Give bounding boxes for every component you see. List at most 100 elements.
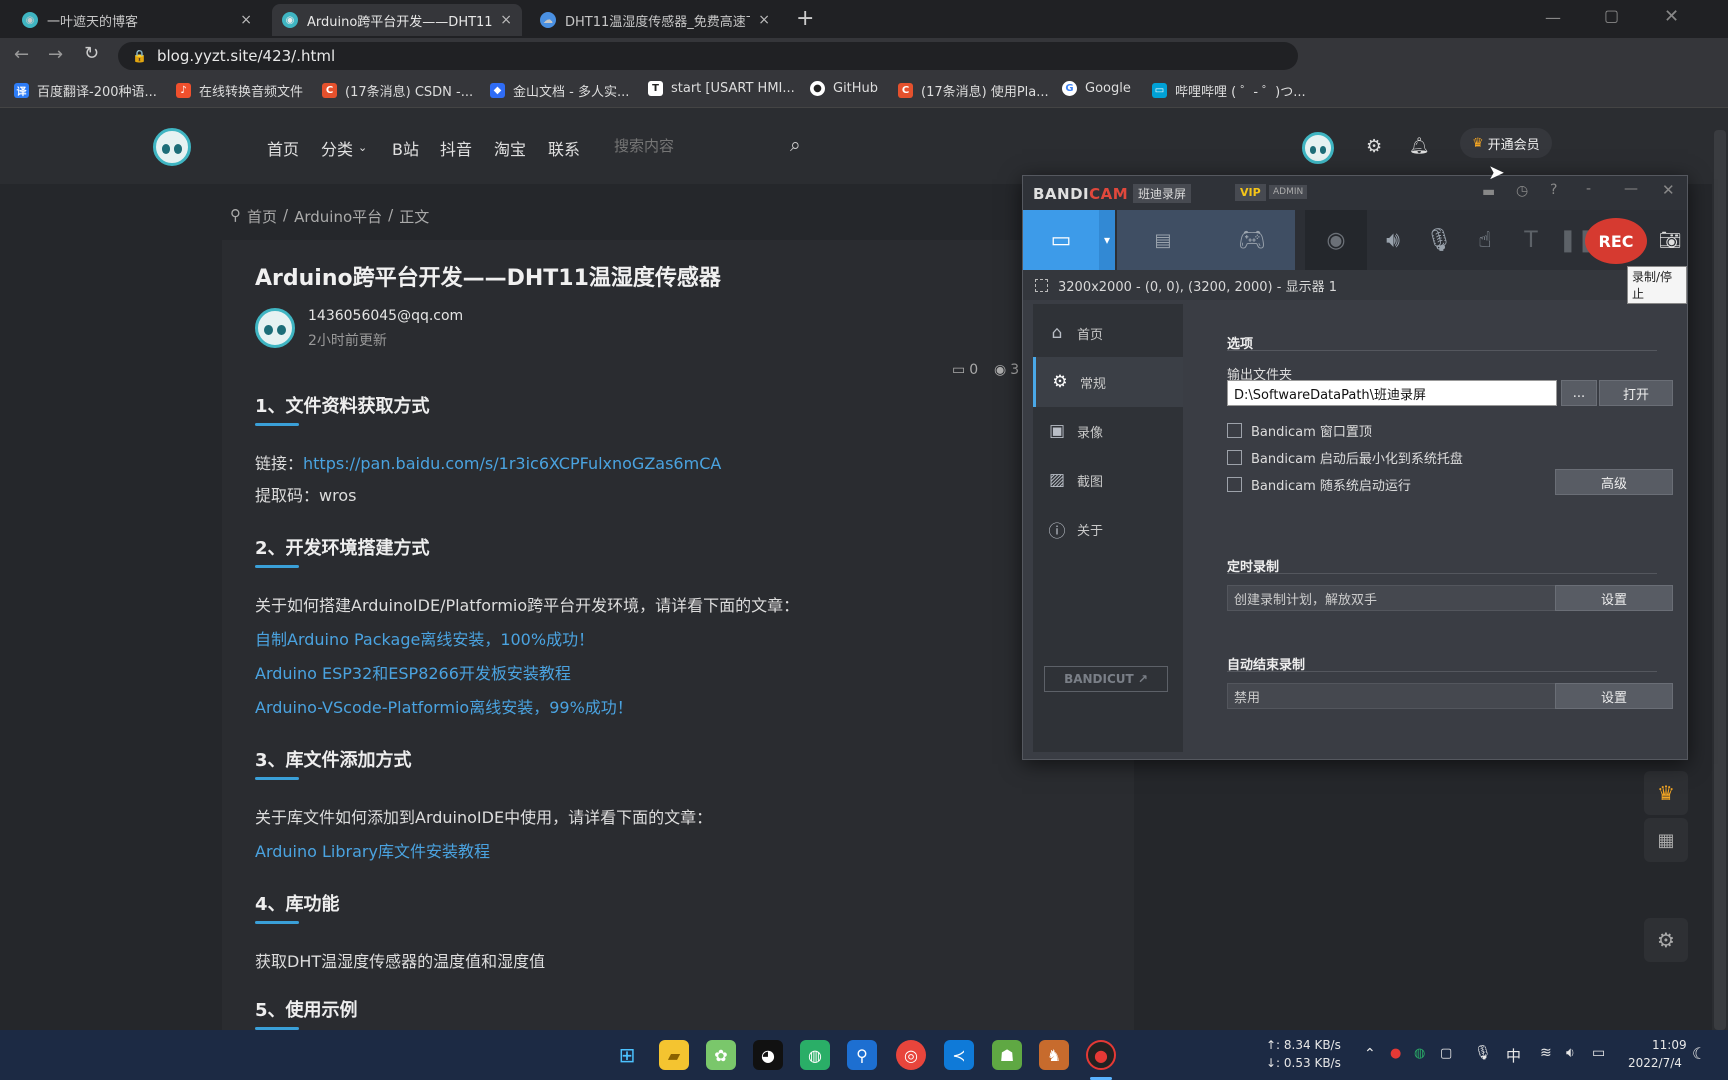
text-overlay-button[interactable]: T [1511,210,1551,270]
checkbox-box[interactable] [1227,450,1242,465]
folder-icon[interactable]: ▬ [1482,184,1495,200]
bookmark-item[interactable]: G Google [1062,81,1131,96]
webcam-button[interactable]: ◉ [1305,210,1367,270]
forward-icon[interactable]: → [48,44,63,65]
run-on-startup-checkbox[interactable]: Bandicam 随系统启动运行 [1227,475,1411,494]
battery-icon[interactable]: ▭ [1592,1045,1605,1061]
qrcode-icon[interactable]: ▦ [1644,818,1688,862]
nav-taobao[interactable]: 淘宝 [494,136,526,160]
tray-wechat-icon[interactable]: ◍ [1414,1046,1425,1061]
minimize-icon[interactable]: — [1624,181,1638,197]
screenshot-button[interactable]: 📷︎ [1653,210,1687,270]
advanced-button[interactable]: 高级 [1555,469,1673,495]
sidebar-item-general[interactable]: ⚙ 常规 [1033,357,1183,407]
output-folder-field[interactable]: D:\SoftwareDataPath\班迪录屏 [1227,380,1557,406]
screen-mode-dropdown[interactable]: ▾ [1099,210,1115,270]
sidebar-item-home[interactable]: ⌂ 首页 [1033,308,1183,358]
lib-link[interactable]: Arduino Library库文件安装教程 [255,838,490,862]
url-field[interactable]: 🔒 blog.yyzt.site/423/.html [118,42,1298,70]
squirrel-app-icon[interactable]: ♞ [1039,1040,1069,1070]
author-avatar[interactable] [255,308,295,348]
vip-button[interactable]: ♛ 开通会员 [1460,128,1552,158]
maximize-icon[interactable]: ▢ [1604,6,1619,25]
file-explorer-icon[interactable]: ▰ [659,1040,689,1070]
breadcrumb-home[interactable]: 首页 [247,206,277,227]
search-input[interactable] [614,130,814,162]
scrollbar-thumb[interactable] [1714,130,1726,1030]
clock-icon[interactable]: ◷ [1516,183,1528,199]
comment-count[interactable]: ▭ 0 [952,362,978,378]
store-app-icon[interactable]: ✿ [706,1040,736,1070]
tab-article[interactable]: ◉ Arduino跨平台开发——DHT11 × [272,4,522,36]
vip-crown-icon[interactable]: ♛ [1644,771,1688,815]
sidebar-item-video[interactable]: ▣ 录像 [1033,406,1183,456]
baidu-pan-link[interactable]: https://pan.baidu.com/s/1r3ic6XCPFulxnoG… [303,454,721,473]
bookmark-item[interactable]: C (17条消息) CSDN -... [322,81,473,100]
tray-expand-icon[interactable]: ⌃ [1364,1046,1376,1062]
open-folder-button[interactable]: 打开 [1599,380,1673,406]
qq-icon[interactable]: ◕ [753,1040,783,1070]
site-logo[interactable] [153,128,191,166]
rec-button[interactable]: REC [1585,218,1647,264]
tray-search-icon[interactable]: ▢ [1440,1046,1452,1061]
env-link-esp[interactable]: Arduino ESP32和ESP8266开发板安装教程 [255,660,571,684]
bandicam-taskbar-icon[interactable]: ● [1086,1040,1116,1070]
sidebar-item-about[interactable]: ⓘ 关于 [1033,504,1183,554]
checkbox-box[interactable] [1227,477,1242,492]
reload-icon[interactable]: ↻ [84,43,99,64]
browse-button[interactable]: ... [1561,380,1597,406]
tray-mic-icon[interactable]: 🎙︎ [1474,1045,1492,1061]
search-app-icon[interactable]: ⚲ [847,1040,877,1070]
checkbox-box[interactable] [1227,423,1242,438]
bell-icon[interactable]: 🔔︎ [1409,136,1429,155]
close-icon[interactable]: ✕ [1662,181,1675,199]
vscode-icon[interactable]: ≺ [944,1040,974,1070]
search-icon[interactable]: ⌕ [790,134,801,156]
settings-gear-icon[interactable]: ⚙ [1644,918,1688,962]
breadcrumb-category[interactable]: Arduino平台 [294,206,382,227]
game-mode-button[interactable]: 🎮︎ [1209,210,1295,270]
cursor-effect-button[interactable]: ☝︎ [1465,210,1505,270]
bookmark-item[interactable]: ● GitHub [810,81,878,96]
close-window-icon[interactable]: ✕ [1664,6,1679,27]
chrome-icon[interactable]: ◎ [896,1040,926,1070]
bookmark-item[interactable]: ▭ 哔哩哔哩 ( ゜- ゜)つ... [1152,81,1306,100]
wechat-icon[interactable]: ◍ [800,1040,830,1070]
settings-gear-icon[interactable]: ⚙ [1366,136,1382,157]
new-tab-button[interactable]: + [796,6,814,31]
speaker-button[interactable]: 🔊︎ [1373,210,1413,270]
avatar[interactable] [1302,132,1334,164]
tab-download[interactable]: ☁ DHT11温湿度传感器_免费高速下 × [530,4,780,36]
minimize-icon[interactable]: — [1545,8,1561,27]
volume-icon[interactable]: 🔉︎ [1566,1045,1575,1061]
nav-category[interactable]: 分类 [321,136,353,160]
mic-button[interactable]: 🎙︎ [1419,210,1459,270]
env-link-platformio[interactable]: Arduino-VScode-Platformio离线安装，99%成功！ [255,694,633,718]
ime-indicator[interactable]: 中 [1506,1045,1521,1066]
tray-app-icon[interactable]: ● [1390,1046,1401,1061]
bookmark-item[interactable]: ◆ 金山文档 - 多人实... [490,81,629,100]
wifi-icon[interactable]: ≋ [1540,1045,1552,1061]
author-name[interactable]: 1436056045@qq.com [308,308,463,324]
bookmark-item[interactable]: Tstart [USART HMI... [648,81,795,96]
env-link-package[interactable]: 自制Arduino Package离线安装，100%成功！ [255,626,594,650]
minimize-to-tray-checkbox[interactable]: Bandicam 启动后最小化到系统托盘 [1227,448,1463,467]
clock-time[interactable]: 11:09 [1652,1038,1687,1052]
bookmark-item[interactable]: 译百度翻译-200种语... [14,81,157,100]
bookmark-item[interactable]: C (17条消息) 使用Pla... [898,81,1049,100]
nav-douyin[interactable]: 抖音 [440,136,472,160]
notification-moon-icon[interactable]: ☾ [1692,1044,1706,1063]
close-tab-icon[interactable]: × [500,12,512,28]
hdmi-mode-button[interactable]: ▤ [1117,210,1209,270]
always-on-top-checkbox[interactable]: Bandicam 窗口置顶 [1227,421,1372,440]
screen-mode-button[interactable]: ▭ [1023,210,1099,270]
nav-bilibili[interactable]: B站 [392,136,419,160]
sidebar-item-screenshot[interactable]: ▨ 截图 [1033,455,1183,505]
tab-blog-home[interactable]: ◉ 一叶遮天的博客 × [12,4,262,36]
bandicam-titlebar[interactable]: BANDICAM 班迪录屏 VIP ADMIN ▬ ◷ ? - — ✕ [1023,176,1687,210]
help-icon[interactable]: ? [1550,182,1557,198]
bookmark-item[interactable]: ♪ 在线转换音频文件 [176,81,303,100]
autostop-settings-button[interactable]: 设置 [1555,683,1673,709]
collapse-icon[interactable]: - [1586,181,1591,197]
start-windows-icon[interactable]: ⊞ [612,1040,642,1070]
